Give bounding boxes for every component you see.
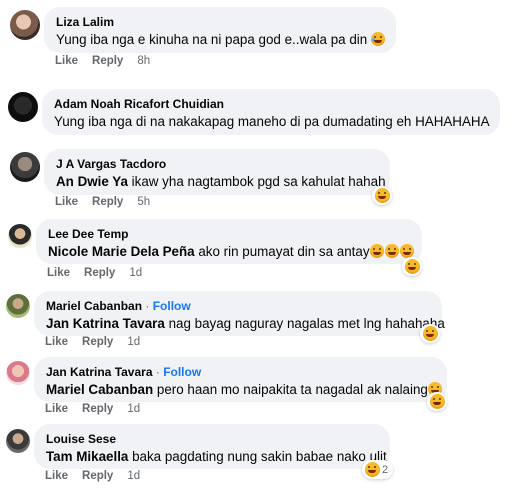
separator-dot: · (155, 365, 160, 379)
comment-author[interactable]: Adam Noah Ricafort Chuidian (54, 96, 488, 112)
comment-body: ako rin pumayat din sa antay (194, 244, 370, 259)
follow-button[interactable]: Follow (153, 299, 191, 313)
comment-body: ikaw yha nagtambok pgd sa kahulat hahah (127, 174, 386, 189)
laughing-face-icon (370, 244, 385, 258)
comment-body: baka pagdating nung sakin babae nako uli… (128, 449, 387, 464)
comment-bubble: Lee Dee Temp Nicole Marie Dela Peña ako … (36, 219, 422, 264)
comment-author[interactable]: Jan Katrina Tavara (46, 365, 153, 379)
avatar[interactable] (10, 10, 40, 40)
comment-actions: Like Reply 1d (47, 267, 156, 279)
reply-button[interactable]: Reply (82, 470, 113, 482)
mention-link[interactable]: Nicole Marie Dela Peña (48, 244, 195, 259)
avatar[interactable] (8, 224, 32, 248)
laughing-face-icon (385, 244, 400, 258)
comment-author[interactable]: Louise Sese (46, 431, 378, 447)
like-button[interactable]: Like (47, 267, 70, 279)
like-button[interactable]: Like (45, 403, 68, 415)
reaction-badge[interactable] (372, 186, 392, 205)
avatar[interactable] (6, 429, 30, 453)
comment-author[interactable]: Lee Dee Temp (48, 226, 410, 242)
comment-text: Yung iba nga e kinuha na ni papa god e..… (56, 30, 386, 49)
comment-time[interactable]: 8h (137, 55, 150, 67)
reply-button[interactable]: Reply (82, 336, 113, 348)
haha-icon (404, 259, 420, 274)
comment-text: Nicole Marie Dela Peña ako rin pumayat d… (48, 242, 415, 261)
crying-face-icon (371, 32, 386, 46)
like-button[interactable]: Like (45, 470, 68, 482)
comment-time[interactable]: 1d (127, 470, 140, 482)
comment-time[interactable]: 5h (137, 196, 150, 208)
like-button[interactable]: Like (55, 196, 78, 208)
comment-actions: Like Reply 1d (45, 336, 154, 348)
comment-author[interactable]: Mariel Cabanban (46, 299, 142, 313)
reaction-count: 2 (382, 463, 389, 476)
avatar[interactable] (8, 92, 38, 122)
reaction-badge[interactable] (427, 392, 447, 411)
haha-icon (429, 394, 445, 409)
avatar[interactable] (6, 294, 30, 318)
comment-author[interactable]: Liza Lalim (56, 14, 384, 30)
reply-button[interactable]: Reply (82, 403, 113, 415)
comment-actions: Like Reply 1d (45, 470, 154, 482)
comment-time[interactable]: 1d (129, 267, 142, 279)
comment-body: nag bayag naguray nagalas met lng hahaha… (164, 316, 445, 331)
mention-link[interactable]: Mariel Cabanban (46, 382, 153, 397)
separator-dot: · (145, 299, 150, 313)
comment-author-row: Jan Katrina Tavara · Follow (46, 364, 435, 380)
comment-author-row: Mariel Cabanban · Follow (46, 298, 430, 314)
comment-bubble: J A Vargas Tacdoro An Dwie Ya ikaw yha n… (44, 149, 390, 195)
reply-button[interactable]: Reply (92, 196, 123, 208)
mention-link[interactable]: Tam Mikaella (46, 449, 128, 464)
comment-bubble: Louise Sese Tam Mikaella baka pagdating … (34, 424, 390, 469)
reply-button[interactable]: Reply (84, 267, 115, 279)
comment-text: Yung iba nga di na nakakapag maneho di p… (54, 114, 490, 129)
comment-author[interactable]: J A Vargas Tacdoro (56, 156, 378, 172)
comment-text: Mariel Cabanban pero haan mo naipakita t… (46, 380, 443, 399)
comment-text: An Dwie Ya ikaw yha nagtambok pgd sa kah… (56, 172, 386, 191)
haha-icon (422, 326, 438, 341)
haha-icon (364, 462, 380, 477)
avatar[interactable] (10, 152, 40, 182)
like-button[interactable]: Like (45, 336, 68, 348)
comment-actions: Like Reply 5h (55, 196, 164, 208)
comment-time[interactable]: 1d (127, 336, 140, 348)
reaction-badge[interactable]: 2 (362, 460, 394, 479)
haha-icon (374, 188, 390, 203)
comment-actions: Like Reply 8h (55, 55, 164, 67)
comment-bubble: Mariel Cabanban · Follow Jan Katrina Tav… (34, 291, 445, 336)
comment-actions: Like Reply 1d (45, 403, 154, 415)
reaction-badge[interactable] (420, 324, 440, 343)
comment-time[interactable]: 1d (127, 403, 140, 415)
comment-text: Jan Katrina Tavara nag bayag naguray nag… (46, 314, 445, 333)
comment-bubble: Liza Lalim Yung iba nga e kinuha na ni p… (44, 7, 396, 53)
reply-button[interactable]: Reply (92, 55, 123, 67)
comment-body: pero haan mo naipakita ta nagadal ak nal… (153, 382, 428, 397)
mention-link[interactable]: An Dwie Ya (56, 174, 128, 189)
follow-button[interactable]: Follow (163, 365, 201, 379)
like-button[interactable]: Like (55, 55, 78, 67)
comment-bubble: Adam Noah Ricafort Chuidian Yung iba nga… (42, 89, 500, 135)
laughing-face-icon (400, 244, 415, 258)
comment-bubble: Jan Katrina Tavara · Follow Mariel Caban… (34, 357, 447, 402)
comment-body: Yung iba nga e kinuha na ni papa god e..… (56, 32, 368, 47)
avatar[interactable] (6, 361, 30, 385)
comment-text: Tam Mikaella baka pagdating nung sakin b… (46, 447, 387, 466)
reaction-badge[interactable] (402, 257, 422, 276)
mention-link[interactable]: Jan Katrina Tavara (46, 316, 165, 331)
